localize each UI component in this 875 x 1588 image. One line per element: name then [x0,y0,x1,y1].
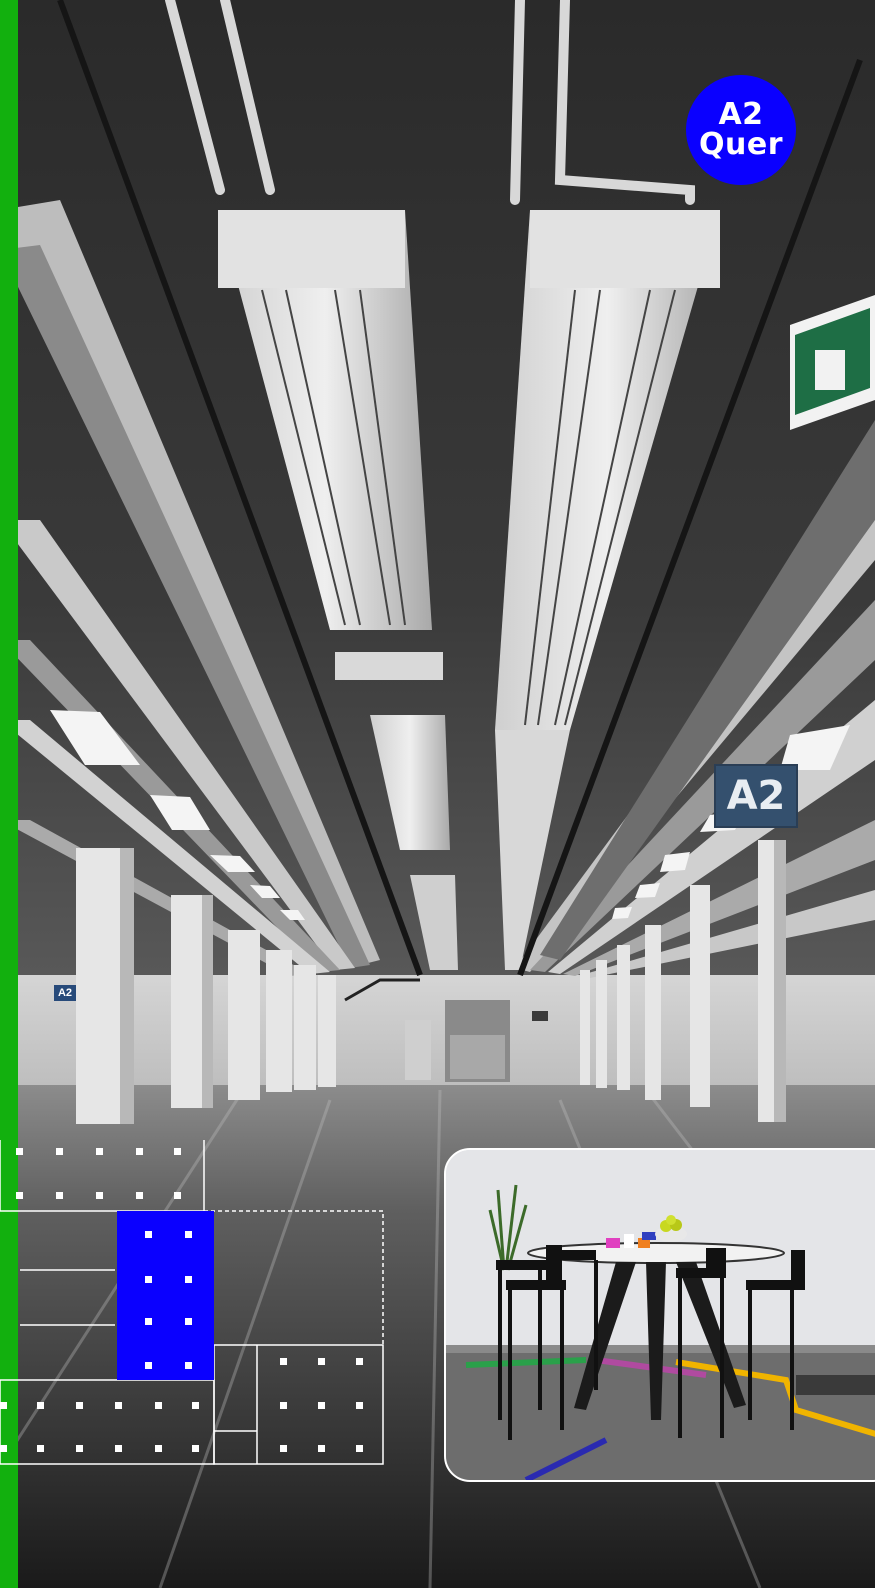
floorplan-hall-bottom-left [0,1379,215,1465]
furniture-photo [446,1150,875,1480]
hall-badge: A2 Quer [686,75,796,185]
floorplan-overlay [0,1140,384,1465]
hall-section-sign: A2 [714,764,798,828]
badge-line-1: A2 [718,97,764,132]
furniture-photo-card [444,1148,875,1482]
hall-section-sign-small: A2 [54,985,76,1001]
badge-line-2: Quer [698,127,783,162]
floorplan-dashed-outline [204,1210,384,1345]
hero-stage: A2 A2 A2 Quer [0,0,875,1588]
floorplan-highlight-a2-quer [117,1211,214,1380]
